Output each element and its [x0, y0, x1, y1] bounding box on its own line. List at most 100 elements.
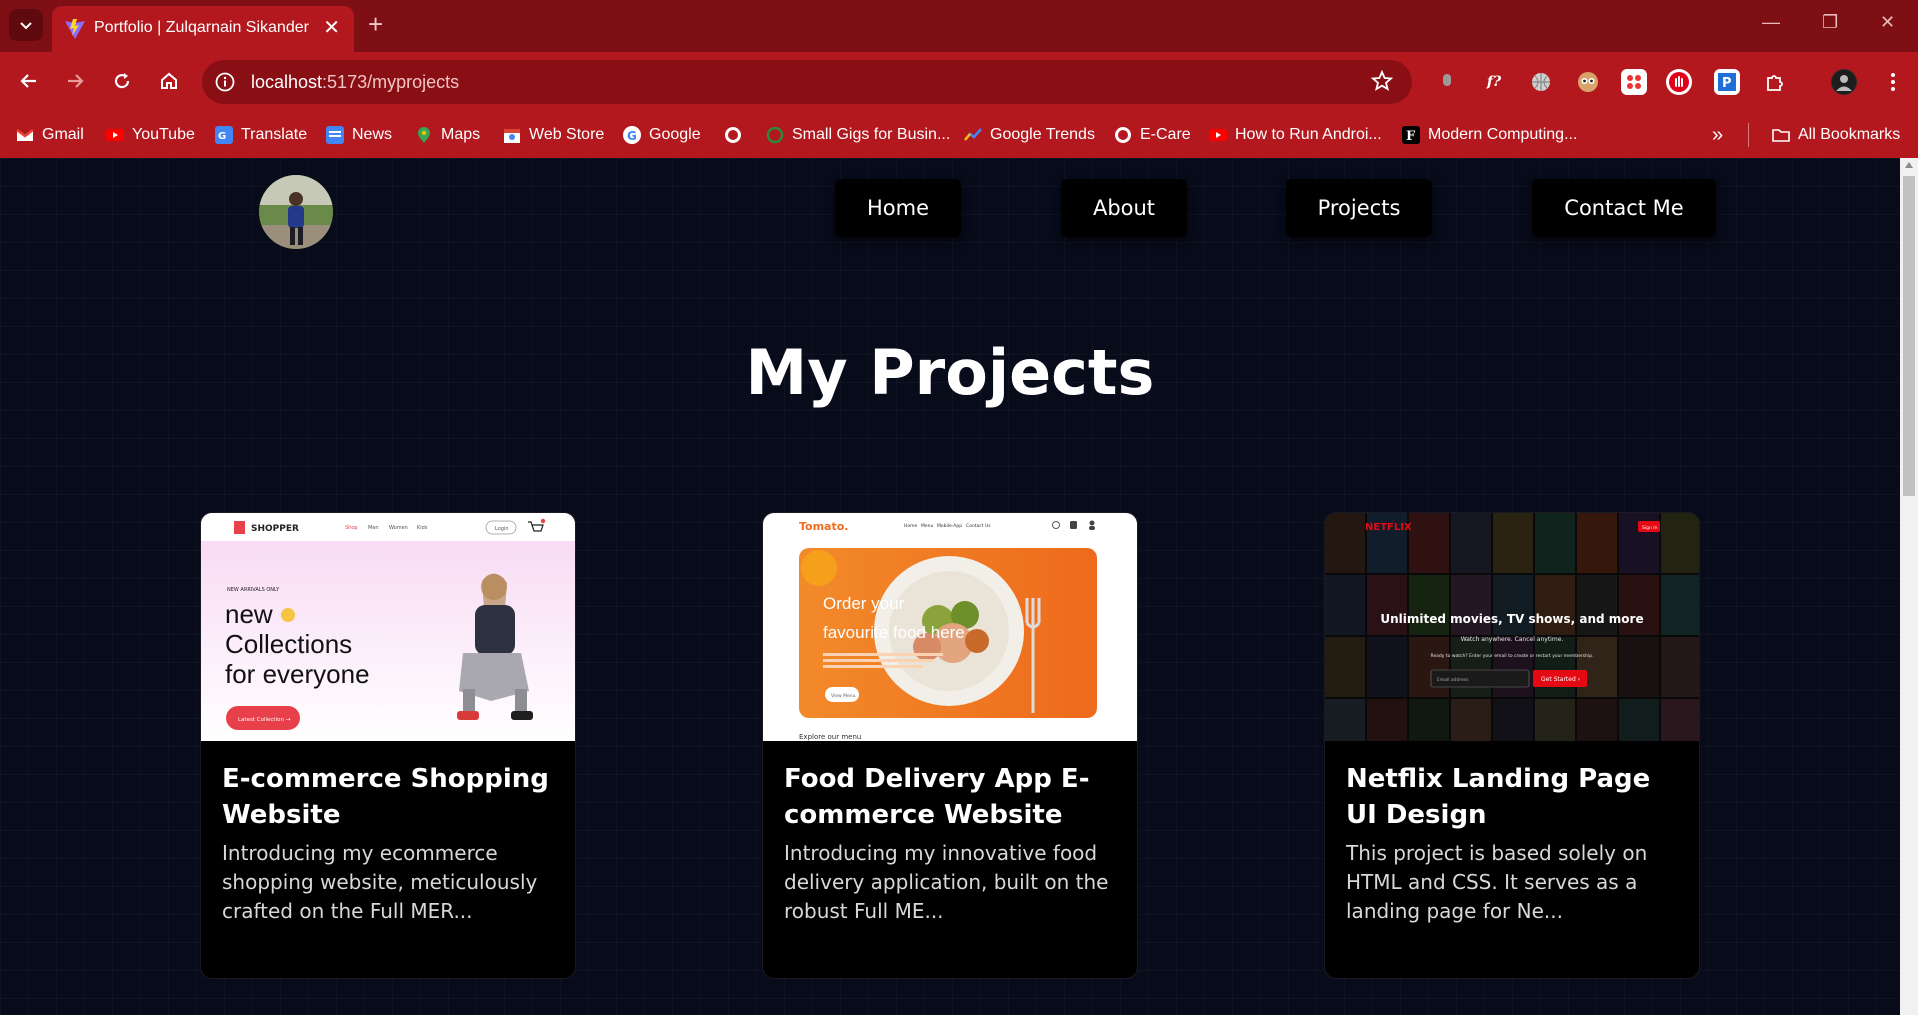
netflix-sub: Watch anywhere. Cancel anytime.: [1461, 636, 1564, 643]
extension-p-icon[interactable]: P: [1714, 69, 1740, 95]
bookmark-web-store[interactable]: Web Store: [503, 124, 604, 146]
extension-dots-icon[interactable]: [1621, 69, 1647, 95]
more-bookmarks-button[interactable]: »: [1712, 124, 1723, 146]
tomato-line1: Order your: [823, 594, 905, 613]
nav-home[interactable]: Home: [835, 179, 961, 237]
project-card-ecommerce[interactable]: SHOPPER Shop Men Women Kids Login NEW AR…: [200, 512, 576, 979]
project-thumbnail-shopper: SHOPPER Shop Men Women Kids Login NEW AR…: [201, 513, 575, 741]
web-store-icon: [504, 129, 520, 143]
tab-title: Portfolio | Zulqarnain Sikander: [94, 19, 309, 36]
site-info-icon[interactable]: [214, 71, 236, 93]
project-card-food-delivery[interactable]: Tomato. Home Menu Mobile-App Contact Us: [762, 512, 1138, 979]
home-button[interactable]: [154, 66, 184, 96]
browser-menu-icon[interactable]: [1880, 69, 1906, 95]
shopper-button: Latest Collection →: [238, 717, 291, 723]
netflix-headline: Unlimited movies, TV shows, and more: [1380, 612, 1643, 626]
f-logo-icon: F: [1402, 126, 1420, 144]
project-description: This project is based solely on HTML and…: [1346, 841, 1648, 923]
netflix-prompt: Ready to watch? Enter your email to crea…: [1430, 653, 1593, 659]
bookmark-gmail[interactable]: Gmail: [16, 124, 84, 146]
browser-tab-strip: Portfolio | Zulqarnain Sikander ✕ + — ❐ …: [0, 0, 1918, 52]
url-host: localhost: [251, 72, 323, 92]
tab-close-icon[interactable]: ✕: [323, 16, 340, 40]
tomato-menu-home: Home: [904, 523, 918, 529]
netflix-signin: Sign In: [1642, 525, 1658, 531]
avatar-photo: [259, 175, 333, 249]
bookmark-google-trends[interactable]: Google Trends: [964, 124, 1095, 146]
vite-favicon-icon: [65, 19, 85, 39]
scrollbar-thumb[interactable]: [1903, 176, 1915, 496]
bookmark-label: YouTube: [132, 126, 195, 143]
all-bookmarks-label: All Bookmarks: [1798, 126, 1901, 143]
minimize-icon[interactable]: —: [1762, 12, 1780, 33]
reload-icon: [114, 73, 130, 89]
shopper-login: Login: [495, 526, 509, 532]
extension-globe-icon[interactable]: [1528, 69, 1554, 95]
bookmark-globe[interactable]: [724, 124, 750, 146]
new-tab-button[interactable]: +: [368, 10, 383, 38]
google-icon: G: [623, 126, 641, 144]
netflix-brand: NETFLIX: [1365, 522, 1412, 533]
bookmark-label: Web Store: [529, 126, 605, 143]
shopper-menu-women: Women: [389, 525, 408, 531]
extension-fx-icon[interactable]: f?: [1481, 69, 1507, 95]
project-thumbnail-netflix: NETFLIX Sign In Unlimited movies, TV sho…: [1325, 513, 1699, 741]
extension-mic-icon[interactable]: [1434, 69, 1460, 95]
extensions-puzzle-icon[interactable]: [1762, 69, 1788, 95]
chevron-down-icon: [20, 22, 32, 30]
news-icon: [326, 126, 344, 144]
avatar[interactable]: [259, 175, 333, 249]
url-path: :5173/myprojects: [322, 72, 460, 92]
address-bar[interactable]: localhost:5173/myprojects: [202, 60, 1412, 104]
bookmark-small-gigs[interactable]: Small Gigs for Busin...: [766, 124, 950, 146]
svg-text:P: P: [1722, 76, 1732, 91]
bookmark-youtube[interactable]: YouTube: [106, 124, 195, 146]
forward-button[interactable]: [60, 66, 90, 96]
nav-projects[interactable]: Projects: [1286, 179, 1432, 237]
shopper-line3: for everyone: [225, 659, 370, 689]
translate-icon: G: [215, 126, 233, 144]
bookmark-label: Google Trends: [990, 126, 1095, 143]
bookmark-how-to-run-android[interactable]: How to Run Androi...: [1209, 124, 1382, 146]
bookmark-news[interactable]: News: [326, 124, 392, 146]
arrow-left-icon: [20, 74, 36, 88]
project-title: E-commerce Shopping Website: [222, 764, 549, 830]
project-description: Introducing my innovative food delivery …: [784, 841, 1109, 923]
bookmark-maps[interactable]: Maps: [415, 124, 480, 146]
extension-owl-icon[interactable]: [1575, 69, 1601, 95]
bookmark-translate[interactable]: G Translate: [215, 124, 307, 146]
bookmark-google[interactable]: G Google: [623, 124, 701, 146]
bookmark-label: Gmail: [42, 126, 84, 143]
page-title: My Projects: [745, 336, 1155, 409]
shopper-menu-shop: Shop: [345, 525, 358, 531]
arrow-right-icon: [68, 74, 84, 88]
window-close-icon[interactable]: ✕: [1880, 12, 1895, 33]
restore-icon[interactable]: ❐: [1822, 12, 1838, 33]
profile-avatar[interactable]: [1831, 69, 1857, 95]
tomato-brand: Tomato.: [799, 520, 848, 533]
all-bookmarks-button[interactable]: All Bookmarks: [1772, 124, 1900, 146]
project-card-netflix[interactable]: NETFLIX Sign In Unlimited movies, TV sho…: [1324, 512, 1700, 979]
tab-search-button[interactable]: [9, 9, 43, 41]
bookmark-e-care[interactable]: E-Care: [1114, 124, 1191, 146]
project-title: Food Delivery App E-commerce Website: [784, 764, 1090, 830]
extension-adblock-icon[interactable]: [1666, 69, 1692, 95]
scroll-up-arrow-icon[interactable]: [1905, 162, 1913, 168]
project-title: Netflix Landing Page UI Design: [1346, 764, 1651, 830]
bookmark-star-icon[interactable]: [1370, 69, 1394, 93]
active-tab[interactable]: Portfolio | Zulqarnain Sikander ✕: [52, 6, 354, 52]
nav-contact[interactable]: Contact Me: [1532, 179, 1716, 237]
bookmark-modern-computing[interactable]: F Modern Computing...: [1402, 124, 1577, 146]
maps-pin-icon: [418, 127, 430, 143]
shopper-line2: Collections: [225, 629, 352, 659]
tomato-menu-menu: Menu: [921, 523, 934, 529]
nav-about[interactable]: About: [1061, 179, 1187, 237]
browser-toolbar: localhost:5173/myprojects f? P: [0, 52, 1918, 112]
back-button[interactable]: [14, 66, 44, 96]
portfolio-page: Home About Projects Contact Me My Projec…: [0, 158, 1900, 1015]
bookmark-label: Translate: [241, 126, 308, 143]
page-scrollbar[interactable]: [1900, 158, 1918, 1015]
youtube-icon: [106, 129, 124, 141]
reload-button[interactable]: [107, 66, 137, 96]
svg-text:G: G: [627, 129, 637, 143]
